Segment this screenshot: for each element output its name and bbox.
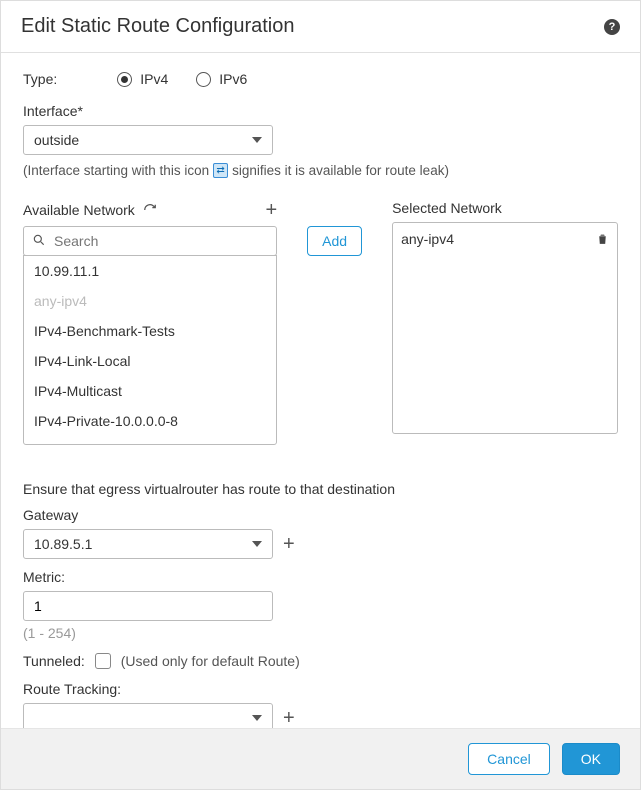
selected-item: any-ipv4 bbox=[401, 229, 609, 249]
dialog-title: Edit Static Route Configuration bbox=[21, 15, 295, 38]
chevron-down-icon bbox=[252, 715, 262, 721]
search-icon bbox=[32, 233, 46, 250]
list-item[interactable]: IPv4-Link-Local bbox=[24, 346, 276, 376]
selected-item-label: any-ipv4 bbox=[401, 231, 454, 247]
egress-note: Ensure that egress virtualrouter has rou… bbox=[23, 481, 618, 497]
cancel-button[interactable]: Cancel bbox=[468, 743, 550, 775]
gateway-value: 10.89.5.1 bbox=[34, 536, 92, 552]
ok-button[interactable]: OK bbox=[562, 743, 620, 775]
gateway-label: Gateway bbox=[23, 507, 618, 523]
selected-network-column: Selected Network any-ipv4 bbox=[392, 200, 618, 434]
radio-indicator bbox=[196, 72, 211, 87]
add-gateway-icon[interactable]: + bbox=[283, 534, 295, 554]
route-tracking-select[interactable] bbox=[23, 703, 273, 728]
add-route-tracking-icon[interactable]: + bbox=[283, 708, 295, 728]
search-input[interactable] bbox=[52, 232, 268, 250]
tunneled-note: (Used only for default Route) bbox=[121, 653, 300, 669]
route-leak-icon: ⇄ bbox=[213, 163, 228, 178]
help-icon[interactable]: ? bbox=[604, 19, 620, 35]
selected-label: Selected Network bbox=[392, 200, 502, 216]
interface-label: Interface* bbox=[23, 103, 618, 119]
radio-ipv4[interactable]: IPv4 bbox=[117, 71, 168, 87]
dialog-footer: Cancel OK bbox=[1, 728, 640, 789]
list-item[interactable]: 10.99.11.1 bbox=[24, 256, 276, 286]
reload-icon[interactable] bbox=[143, 203, 157, 217]
radio-ipv6-label: IPv6 bbox=[219, 71, 247, 87]
add-button-column: Add bbox=[307, 200, 362, 256]
selected-list: any-ipv4 bbox=[392, 222, 618, 434]
interface-hint-prefix: (Interface starting with this icon bbox=[23, 163, 209, 178]
list-item: any-ipv4 bbox=[24, 286, 276, 316]
interface-hint-suffix: signifies it is available for route leak… bbox=[232, 163, 449, 178]
selected-header: Selected Network bbox=[392, 200, 618, 216]
dialog-body: Type: IPv4 IPv6 Interface* outside (Inte… bbox=[1, 53, 640, 728]
type-row: Type: IPv4 IPv6 bbox=[23, 71, 618, 87]
tunneled-checkbox[interactable] bbox=[95, 653, 111, 669]
chevron-down-icon bbox=[252, 541, 262, 547]
metric-field: Metric: (1 - 254) bbox=[23, 569, 618, 641]
trash-icon[interactable] bbox=[596, 232, 609, 246]
interface-field: Interface* outside (Interface starting w… bbox=[23, 103, 618, 178]
metric-input[interactable] bbox=[23, 591, 273, 621]
list-item[interactable]: IPv4-Benchmark-Tests bbox=[24, 316, 276, 346]
tunneled-label: Tunneled: bbox=[23, 653, 85, 669]
metric-label: Metric: bbox=[23, 569, 618, 585]
radio-ipv6[interactable]: IPv6 bbox=[196, 71, 247, 87]
list-item[interactable]: IPv4-Multicast bbox=[24, 376, 276, 406]
available-header: Available Network + bbox=[23, 200, 277, 220]
type-label: Type: bbox=[23, 71, 57, 87]
add-button[interactable]: Add bbox=[307, 226, 362, 256]
add-network-icon[interactable]: + bbox=[265, 200, 277, 220]
edit-static-route-dialog: Edit Static Route Configuration ? Type: … bbox=[0, 0, 641, 790]
networks-section: Available Network + 10.99.11.1 any-i bbox=[23, 200, 618, 445]
radio-indicator bbox=[117, 72, 132, 87]
available-list[interactable]: 10.99.11.1 any-ipv4 IPv4-Benchmark-Tests… bbox=[23, 255, 277, 445]
search-box[interactable] bbox=[23, 226, 277, 256]
type-radio-group: IPv4 IPv6 bbox=[117, 71, 247, 87]
available-label: Available Network bbox=[23, 202, 135, 218]
radio-ipv4-label: IPv4 bbox=[140, 71, 168, 87]
gateway-field: Gateway 10.89.5.1 + bbox=[23, 507, 618, 559]
interface-select[interactable]: outside bbox=[23, 125, 273, 155]
dialog-header: Edit Static Route Configuration ? bbox=[1, 1, 640, 53]
tunneled-field: Tunneled: (Used only for default Route) bbox=[23, 653, 618, 669]
interface-hint: (Interface starting with this icon ⇄ sig… bbox=[23, 163, 618, 178]
metric-range: (1 - 254) bbox=[23, 625, 618, 641]
chevron-down-icon bbox=[252, 137, 262, 143]
gateway-select[interactable]: 10.89.5.1 bbox=[23, 529, 273, 559]
interface-value: outside bbox=[34, 132, 79, 148]
list-item[interactable]: IPv4-Private-10.0.0.0-8 bbox=[24, 406, 276, 436]
available-network-column: Available Network + 10.99.11.1 any-i bbox=[23, 200, 277, 445]
route-tracking-field: Route Tracking: + bbox=[23, 681, 618, 728]
route-tracking-label: Route Tracking: bbox=[23, 681, 618, 697]
